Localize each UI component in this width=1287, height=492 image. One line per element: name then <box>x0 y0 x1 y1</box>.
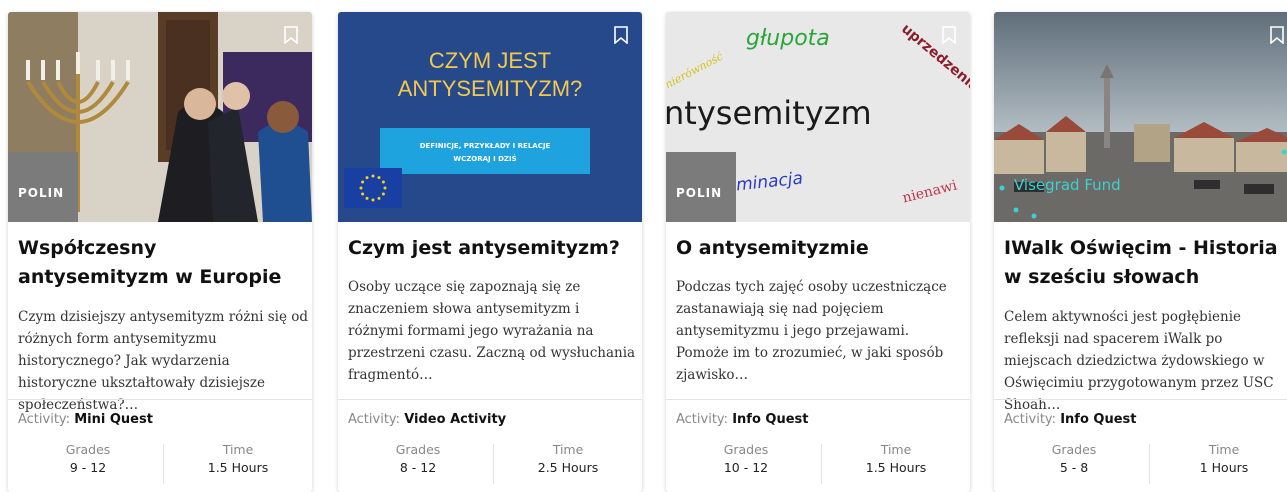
activity-type: Info Quest <box>732 412 809 427</box>
time-label: Time <box>552 442 584 457</box>
card-thumbnail[interactable]: POLIN <box>8 12 312 222</box>
card-description: Osoby uczące się zapoznają się ze znacze… <box>348 279 636 383</box>
time: Time 1 Hours <box>1149 442 1287 478</box>
time-value: 1 Hours <box>1199 460 1249 475</box>
activity-label: Activity: <box>676 412 729 427</box>
polin-logo: POLIN <box>18 186 65 200</box>
card-thumbnail[interactable]: nierówność głupota uprzedzenia ntysemity… <box>666 12 970 222</box>
activity-type: Mini Quest <box>74 412 153 427</box>
grades-value: 5 - 8 <box>1059 460 1089 475</box>
activity-type: Info Quest <box>1060 412 1137 427</box>
card-description: Podczas tych zajęć osoby uczestniczące z… <box>676 279 947 383</box>
activity-card-4[interactable]: Visegrad Fund IWalk Oświęcim - Historia … <box>994 12 1287 492</box>
grades-label: Grades <box>1051 442 1097 457</box>
bookmark-icon[interactable] <box>614 26 628 45</box>
activity-line: Activity: Info Quest <box>1004 412 1136 427</box>
thumb-word-6: nienawi <box>900 177 959 207</box>
divider <box>338 399 642 400</box>
time: Time 1.5 Hours <box>163 442 312 478</box>
card-thumbnail[interactable]: CZYM JEST ANTYSEMITYZM? DEFINICJE, PRZYK… <box>338 12 642 222</box>
activity-line: Activity: Mini Quest <box>18 412 153 427</box>
thumb-word-3: uprzedzenia <box>898 20 970 96</box>
thumb-word-5: minacja <box>735 168 804 196</box>
bookmark-icon[interactable] <box>942 26 956 45</box>
bookmark-icon[interactable] <box>1270 26 1284 45</box>
grades: Grades 5 - 8 <box>999 442 1149 478</box>
time-label: Time <box>880 442 912 457</box>
activity-label: Activity: <box>348 412 401 427</box>
grades: Grades 8 - 12 <box>343 442 493 478</box>
grades: Grades 10 - 12 <box>671 442 821 478</box>
time: Time 2.5 Hours <box>493 442 642 478</box>
thumb-subtitle-box <box>380 128 590 174</box>
grades-label: Grades <box>395 442 441 457</box>
thumb-box-line-2: WCZORAJ I DZIŚ <box>453 155 517 163</box>
grades-label: Grades <box>723 442 769 457</box>
time: Time 1.5 Hours <box>821 442 970 478</box>
bookmark-icon[interactable] <box>284 26 298 45</box>
grades-value: 9 - 12 <box>69 460 107 475</box>
time-value: 1.5 Hours <box>207 460 269 475</box>
card-title[interactable]: O antysemityzmie <box>676 234 964 263</box>
card-title[interactable]: Czym jest antysemityzm? <box>348 234 636 263</box>
thumb-heading-2: ANTYSEMITYZM? <box>397 76 583 101</box>
activity-card-2[interactable]: CZYM JEST ANTYSEMITYZM? DEFINICJE, PRZYK… <box>338 12 642 492</box>
activity-label: Activity: <box>18 412 71 427</box>
card-title[interactable]: IWalk Oświęcim - Historia w sześciu słow… <box>1004 234 1287 292</box>
eu-flag-icon <box>344 168 402 208</box>
time-label: Time <box>222 442 254 457</box>
activity-line: Activity: Info Quest <box>676 412 808 427</box>
activity-card-3[interactable]: nierówność głupota uprzedzenia ntysemity… <box>666 12 970 492</box>
card-thumbnail[interactable]: Visegrad Fund <box>994 12 1287 222</box>
divider <box>8 399 312 400</box>
time-value: 1.5 Hours <box>865 460 927 475</box>
time-value: 2.5 Hours <box>537 460 599 475</box>
activity-type: Video Activity <box>404 412 507 427</box>
thumb-word-4: ntysemityzm <box>666 94 872 132</box>
grades-label: Grades <box>65 442 111 457</box>
card-title[interactable]: Współczesny antysemityzm w Europie <box>18 234 306 292</box>
activity-label: Activity: <box>1004 412 1057 427</box>
thumb-word-1: nierówność <box>666 49 726 92</box>
activity-line: Activity: Video Activity <box>348 412 506 427</box>
thumb-watermark: Visegrad Fund <box>1014 176 1121 194</box>
polin-logo: POLIN <box>676 186 723 200</box>
divider <box>666 399 970 400</box>
time-label: Time <box>1208 442 1240 457</box>
divider <box>994 399 1287 400</box>
thumb-heading-1: CZYM JEST <box>428 48 552 73</box>
grades-value: 8 - 12 <box>399 460 437 475</box>
activity-card-1[interactable]: POLIN Współczesny antysemityzm w Europie… <box>8 12 312 492</box>
thumb-box-line-1: DEFINICJE, PRZYKŁADY I RELACJE <box>419 142 551 150</box>
grades: Grades 9 - 12 <box>13 442 163 478</box>
thumb-word-2: głupota <box>746 26 830 51</box>
grades-value: 10 - 12 <box>723 460 769 475</box>
